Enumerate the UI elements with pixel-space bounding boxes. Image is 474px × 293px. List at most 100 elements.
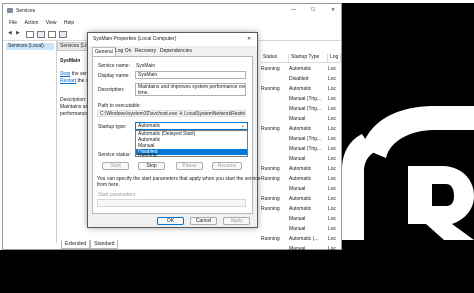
column-header-startup-type[interactable]: Startup Type [289, 54, 328, 63]
table-row[interactable]: Manual Loc [261, 224, 341, 234]
status-cell: Running [261, 86, 280, 92]
minimize-button[interactable]: — [291, 7, 296, 13]
properties-icon[interactable] [37, 31, 45, 38]
dialog-title: SysMain Properties (Local Computer) [93, 36, 177, 42]
table-row[interactable]: Running Automatic Loc [261, 84, 341, 94]
table-row[interactable]: Manual (Trig... Loc [261, 134, 341, 144]
log-on-cell: Loc [328, 86, 337, 92]
path-field[interactable]: C:\Windows\system32\svchost.exe -k Local… [97, 110, 246, 117]
menu-view[interactable]: View [46, 20, 57, 26]
dialog-close-button[interactable]: ✕ [247, 33, 251, 46]
table-row[interactable]: Manual Loc [261, 114, 341, 124]
display-name-field[interactable]: SysMain [135, 71, 246, 79]
tree-pane: Services (Local) [3, 40, 57, 243]
startup-type-select[interactable]: Automatic ⌄ [135, 122, 248, 130]
startup-type-cell: Automatic [289, 176, 312, 182]
path-label: Path to executable: [98, 103, 141, 109]
startup-type-cell: Manual [289, 226, 306, 232]
title-bar: Services — ☐ ✕ [3, 4, 341, 18]
log-on-cell: Loc [328, 126, 337, 132]
log-on-cell: Loc [328, 196, 337, 202]
help-text-line-2: from here. [97, 182, 120, 188]
startup-type-cell: Manual (Trig... [289, 106, 322, 112]
tab-standard[interactable]: Standard [90, 240, 119, 249]
menu-file[interactable]: File [9, 20, 17, 26]
chevron-down-icon: ⌄ [240, 123, 245, 129]
log-on-cell: Loc [328, 166, 337, 172]
log-on-cell: Loc [328, 206, 337, 212]
service-status-label: Service status: [98, 152, 131, 158]
table-row[interactable]: Running Automatic Loc [261, 64, 341, 74]
start-parameters-field[interactable] [97, 199, 246, 207]
forward-icon[interactable]: ▶ [16, 30, 20, 36]
menu-action[interactable]: Action [24, 20, 38, 26]
service-name-label: Service name: [98, 63, 130, 69]
pause-button[interactable]: Pause [176, 162, 203, 170]
table-row[interactable]: Manual Loc [261, 214, 341, 224]
startup-type-cell: Automatic [289, 166, 312, 172]
startup-type-cell: Manual [289, 216, 306, 222]
log-on-cell: Loc [328, 106, 337, 112]
cancel-button[interactable]: Cancel [190, 217, 217, 225]
dialog-title-bar: SysMain Properties (Local Computer) ✕ [88, 33, 257, 46]
stop-service-link[interactable]: Stop [60, 71, 70, 77]
tree-item-services-local[interactable]: Services (Local) [6, 43, 54, 50]
tab-log-on[interactable]: Log On [113, 47, 133, 56]
tab-recovery[interactable]: Recovery [133, 47, 158, 56]
start-button[interactable]: Start [102, 162, 129, 170]
table-row[interactable]: Running Automatic Loc [261, 124, 341, 134]
log-on-cell: Loc [328, 226, 337, 232]
table-row[interactable]: Running Automatic Loc [261, 194, 341, 204]
properties-dialog: SysMain Properties (Local Computer) ✕ Ge… [87, 32, 261, 228]
restart-service-link[interactable]: Restart [60, 78, 76, 84]
tab-dependencies[interactable]: Dependencies [158, 47, 194, 56]
service-rows: Running Automatic Loc Disabled Loc Running Aut… [261, 64, 341, 254]
table-row[interactable]: Running Automatic Loc [261, 164, 341, 174]
description-field[interactable]: Maintains and improves system performanc… [135, 83, 246, 96]
menu-help[interactable]: Help [64, 20, 74, 26]
stop-button[interactable]: Stop [138, 162, 165, 170]
status-cell: Running [261, 206, 280, 212]
column-header-status[interactable]: Status [261, 54, 289, 63]
back-icon[interactable]: ◀ [8, 30, 12, 36]
table-row[interactable]: Disabled Loc [261, 74, 341, 84]
description-line-1: Maintains and improves system performanc… [138, 84, 246, 90]
table-row[interactable]: Manual Loc [261, 154, 341, 164]
column-header-log-on[interactable]: Log [328, 54, 341, 63]
startup-type-cell: Automatic [289, 126, 312, 132]
startup-type-cell: Manual [289, 156, 306, 162]
resume-button[interactable]: Resume [212, 162, 242, 170]
log-on-cell: Loc [328, 116, 337, 122]
service-name-value: SysMain [136, 63, 156, 69]
status-cell: Running [261, 66, 280, 72]
log-on-cell: Loc [328, 176, 337, 182]
startup-type-cell: Automatic [289, 66, 312, 72]
tree-item-label: Services (Local) [8, 43, 44, 49]
help-icon[interactable] [59, 31, 67, 38]
window-title: Services [16, 8, 36, 14]
tab-extended[interactable]: Extended [61, 240, 91, 249]
table-row[interactable]: Manual (Trig... Loc [261, 144, 341, 154]
description-line-2: time. [138, 90, 149, 96]
table-row[interactable]: Running Automatic Loc [261, 204, 341, 214]
refresh-icon[interactable] [48, 31, 56, 38]
table-row[interactable]: Manual (Trig... Loc [261, 94, 341, 104]
startup-type-label: Startup type: [98, 124, 127, 130]
log-on-cell: Loc [328, 136, 337, 142]
startup-type-cell: Automatic [289, 196, 312, 202]
log-on-cell: Loc [328, 146, 337, 152]
console-icon[interactable] [26, 31, 34, 38]
bottom-tabs: Extended Standard [57, 240, 341, 249]
apply-button[interactable]: Apply [223, 217, 250, 225]
startup-type-cell: Manual (Trig... [289, 146, 322, 152]
ok-button[interactable]: OK [157, 217, 184, 225]
table-row[interactable]: Manual (Trig... Loc [261, 104, 341, 114]
maximize-button[interactable]: ☐ [311, 7, 315, 13]
table-row[interactable]: Manual Loc [261, 184, 341, 194]
table-row[interactable]: Running Automatic Loc [261, 174, 341, 184]
log-on-cell: Loc [328, 186, 337, 192]
close-button[interactable]: ✕ [331, 7, 335, 13]
startup-type-cell: Manual (Trig... [289, 96, 322, 102]
status-cell: Running [261, 126, 280, 132]
start-parameters-label: Start parameters: [98, 192, 137, 198]
